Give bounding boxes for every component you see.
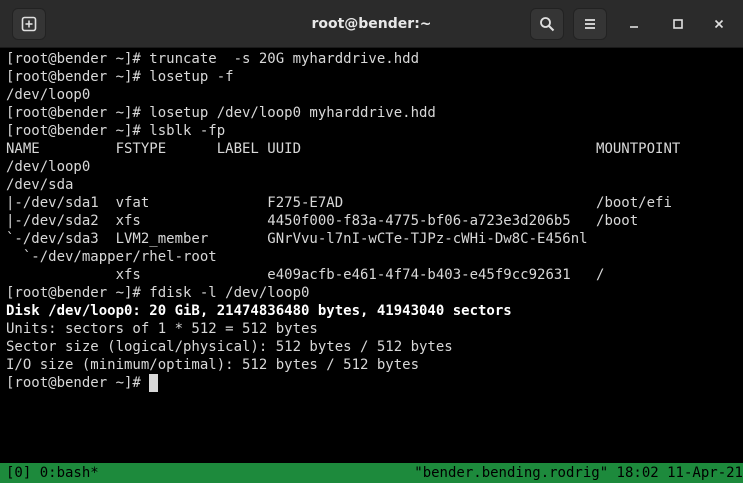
terminal-line: [root@bender ~]# fdisk -l /dev/loop0 bbox=[6, 285, 310, 301]
minimize-button[interactable] bbox=[622, 12, 646, 36]
terminal-line: xfs e409acfb-e461-4f74-b403-e45f9cc92631… bbox=[6, 267, 605, 283]
terminal-line: |-/dev/sda1 vfat F275-E7AD /boot/efi bbox=[6, 195, 672, 211]
terminal-line: Disk /dev/loop0: 20 GiB, 21474836480 byt… bbox=[6, 303, 512, 319]
search-button[interactable] bbox=[530, 8, 564, 40]
close-button[interactable] bbox=[707, 12, 731, 36]
hamburger-menu-icon bbox=[585, 19, 595, 29]
terminal-output[interactable]: [root@bender ~]# truncate -s 20G myhardd… bbox=[0, 49, 743, 463]
maximize-icon bbox=[673, 19, 683, 29]
tmux-status-right: "bender.bending.rodrig" 18:02 11-Apr-21 bbox=[414, 465, 743, 481]
terminal-line: [root@bender ~]# losetup /dev/loop0 myha… bbox=[6, 105, 436, 121]
shell-prompt: [root@bender ~]# bbox=[6, 375, 150, 391]
terminal-line: Units: sectors of 1 * 512 = 512 bytes bbox=[6, 321, 318, 337]
terminal-line: Sector size (logical/physical): 512 byte… bbox=[6, 339, 453, 355]
minimize-icon bbox=[630, 26, 638, 28]
text-cursor bbox=[149, 374, 159, 392]
menu-button[interactable] bbox=[573, 8, 607, 40]
terminal-line: /dev/loop0 bbox=[6, 159, 91, 175]
terminal-line: |-/dev/sda2 xfs 4450f000-f83a-4775-bf06-… bbox=[6, 213, 639, 229]
close-icon bbox=[714, 19, 724, 29]
terminal-line: /dev/loop0 bbox=[6, 87, 91, 103]
terminal-line: `-/dev/sda3 LVM2_member GNrVvu-l7nI-wCTe… bbox=[6, 231, 588, 247]
terminal-line: I/O size (minimum/optimal): 512 bytes / … bbox=[6, 357, 420, 373]
terminal-line: NAME FSTYPE LABEL UUID MOUNTPOINT bbox=[6, 141, 681, 157]
terminal-line: [root@bender ~]# truncate -s 20G myhardd… bbox=[6, 51, 420, 67]
tmux-status-bar: [0] 0:bash* "bender.bending.rodrig" 18:0… bbox=[0, 463, 743, 483]
terminal-line: /dev/sda bbox=[6, 177, 74, 193]
tmux-window-list[interactable]: [0] 0:bash* bbox=[6, 463, 99, 483]
title-bar: root@bender:~ bbox=[0, 0, 743, 48]
terminal-line: [root@bender ~]# losetup -f bbox=[6, 69, 234, 85]
maximize-button[interactable] bbox=[666, 12, 690, 36]
terminal-line: [root@bender ~]# lsblk -fp bbox=[6, 123, 226, 139]
prompt-line[interactable]: [root@bender ~]# bbox=[6, 374, 743, 392]
search-icon bbox=[540, 17, 555, 32]
terminal-window: root@bender:~ [root@bender ~]# truncate … bbox=[0, 0, 743, 483]
terminal-line: `-/dev/mapper/rhel-root bbox=[6, 249, 217, 265]
